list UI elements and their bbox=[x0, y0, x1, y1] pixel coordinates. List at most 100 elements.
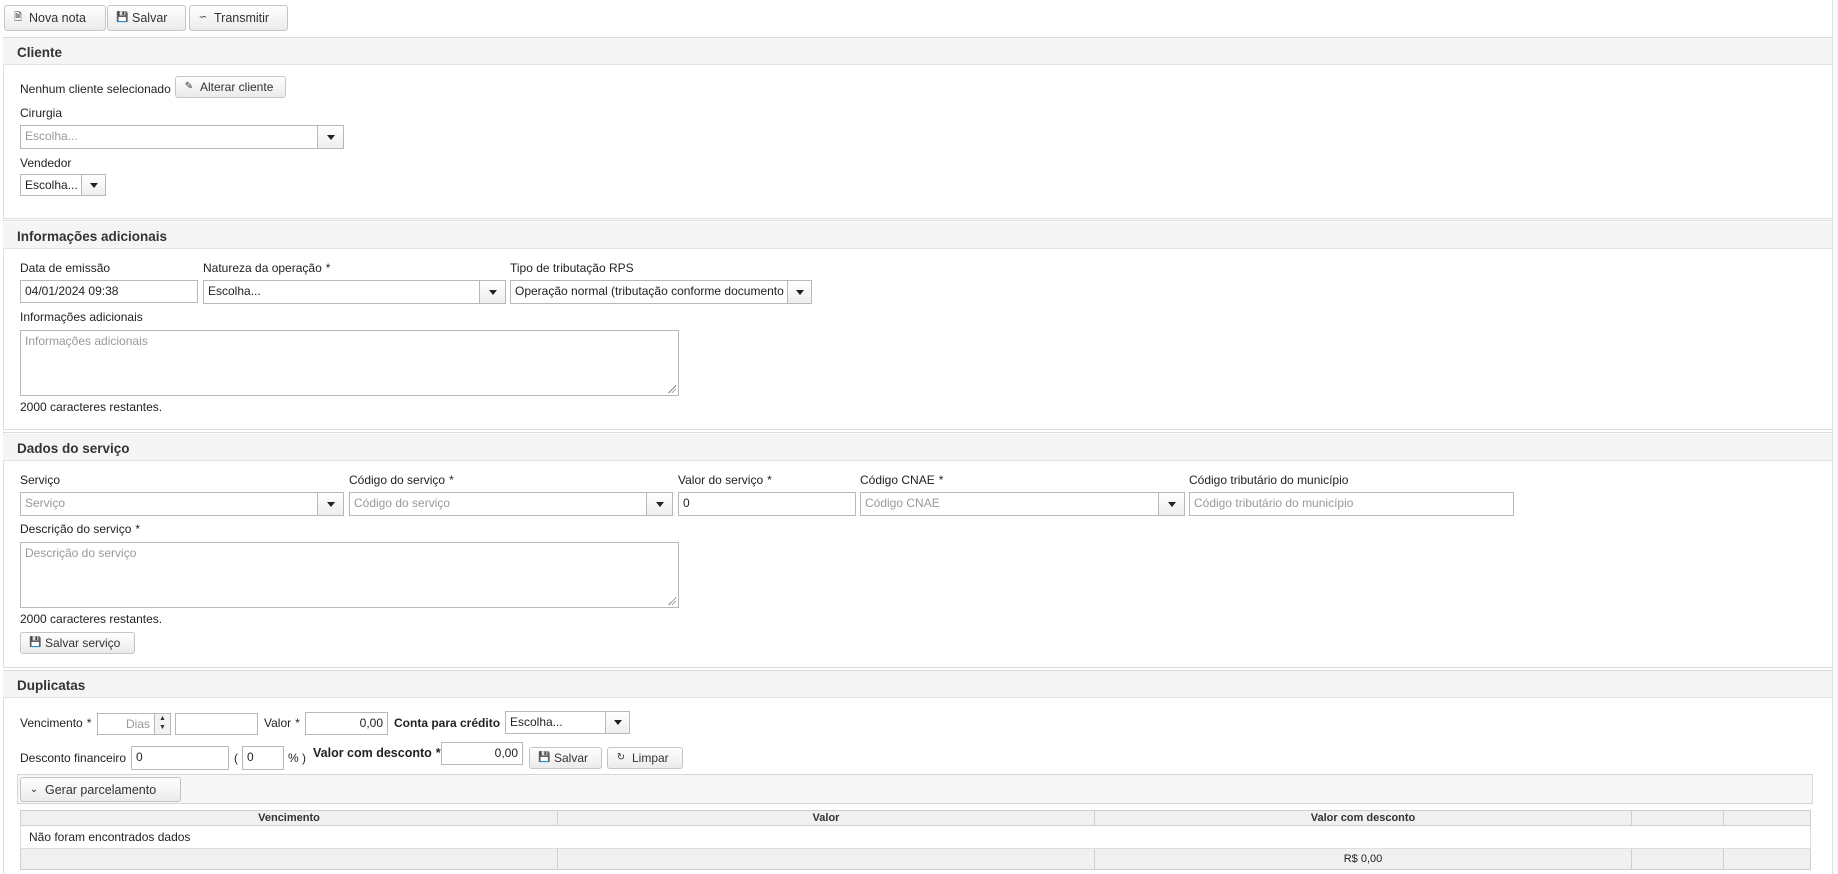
vencimento-label-text: Vencimento bbox=[20, 716, 83, 730]
footer-cell-5 bbox=[1723, 848, 1811, 870]
valor-servico-label-text: Valor do serviço bbox=[678, 473, 764, 487]
footer-cell-1 bbox=[20, 848, 558, 870]
col-extra-2 bbox=[1723, 810, 1811, 826]
cliente-status: Nenhum cliente selecionado bbox=[20, 82, 171, 96]
alterar-cliente-button[interactable]: ✎ Alterar cliente bbox=[175, 76, 286, 98]
pencil-icon: ✎ bbox=[184, 81, 194, 92]
data-emissao-label: Data de emissão bbox=[20, 261, 111, 275]
gerar-parcelamento-panel bbox=[17, 774, 1813, 804]
required-mark: * bbox=[325, 261, 331, 275]
undo-icon: ↻ bbox=[616, 752, 626, 763]
desconto-value: 0 bbox=[136, 750, 143, 764]
save-icon: 💾 bbox=[116, 12, 129, 23]
salvar-button[interactable]: 💾 Salvar bbox=[107, 5, 186, 31]
dias-spinner[interactable]: Dias ▲ ▼ bbox=[97, 713, 171, 735]
natureza-select[interactable]: Escolha... bbox=[203, 280, 506, 304]
transmitir-button[interactable]: ∽ Transmitir bbox=[189, 5, 288, 31]
percent-close: % ) bbox=[288, 751, 306, 765]
chevron-down-icon[interactable] bbox=[479, 281, 505, 303]
data-emissao-input[interactable]: 04/01/2024 09:38 bbox=[20, 280, 198, 303]
page-scrollbar-edge[interactable] bbox=[1832, 0, 1838, 874]
cirurgia-placeholder: Escolha... bbox=[25, 129, 78, 143]
transmitir-label: Transmitir bbox=[214, 11, 270, 25]
footer-cell-2 bbox=[557, 848, 1095, 870]
cirurgia-label: Cirurgia bbox=[20, 106, 63, 120]
cnae-label-text: Código CNAE bbox=[860, 473, 935, 487]
required-mark: * bbox=[938, 473, 944, 487]
vendedor-select[interactable]: Escolha... bbox=[20, 174, 106, 196]
percent-value: 0 bbox=[247, 750, 254, 764]
duplicata-salvar-button[interactable]: 💾 Salvar bbox=[529, 747, 602, 769]
descricao-label-text: Descrição do serviço bbox=[20, 522, 132, 536]
trib-mun-input[interactable]: Código tributário do município bbox=[1189, 492, 1514, 516]
vendedor-value: Escolha... bbox=[25, 178, 78, 192]
cirurgia-select[interactable]: Escolha... bbox=[20, 125, 344, 149]
conta-select[interactable]: Escolha... bbox=[505, 711, 630, 734]
footer-total: R$ 0,00 bbox=[1094, 848, 1632, 870]
conta-value: Escolha... bbox=[510, 715, 563, 729]
resize-grip-icon[interactable] bbox=[668, 385, 676, 393]
col-valor[interactable]: Valor bbox=[557, 810, 1095, 826]
valor-label-text: Valor bbox=[264, 716, 292, 730]
col-valor-desconto[interactable]: Valor com desconto bbox=[1094, 810, 1632, 826]
codigo-servico-select[interactable]: Código do serviço bbox=[349, 492, 673, 516]
valor-servico-input[interactable]: 0 bbox=[678, 492, 856, 516]
info-restantes: 2000 caracteres restantes. bbox=[20, 400, 163, 414]
chevron-down-icon[interactable] bbox=[317, 126, 343, 148]
cnae-placeholder: Código CNAE bbox=[865, 496, 940, 510]
chevron-down-icon[interactable] bbox=[1158, 493, 1184, 515]
gerar-parcelamento-label: Gerar parcelamento bbox=[45, 782, 157, 797]
empty-message: Não foram encontrados dados bbox=[20, 825, 1811, 849]
desconto-label: Desconto financeiro bbox=[20, 751, 127, 765]
desconto-input[interactable]: 0 bbox=[131, 746, 229, 770]
servico-title: Dados do serviço bbox=[3, 434, 1832, 461]
cnae-select[interactable]: Código CNAE bbox=[860, 492, 1185, 516]
valor-desconto-value: 0,00 bbox=[494, 746, 518, 760]
adicionais-textarea[interactable]: Informações adicionais bbox=[20, 330, 679, 396]
dias-placeholder: Dias bbox=[125, 717, 150, 731]
codigo-servico-placeholder: Código do serviço bbox=[354, 496, 451, 510]
servico-label: Serviço bbox=[20, 473, 61, 487]
duplicata-salvar-label: Salvar bbox=[554, 751, 589, 765]
valor-desconto-label-text: Valor com desconto bbox=[313, 746, 432, 760]
servico-placeholder: Serviço bbox=[25, 496, 66, 510]
salvar-label: Salvar bbox=[132, 11, 168, 25]
save-icon: 💾 bbox=[538, 752, 551, 763]
col-extra-1 bbox=[1631, 810, 1724, 826]
limpar-label: Limpar bbox=[632, 751, 669, 765]
chevron-down-icon[interactable] bbox=[81, 175, 105, 195]
required-mark: * bbox=[86, 716, 92, 730]
chevron-down-icon[interactable] bbox=[787, 281, 811, 303]
save-icon: 💾 bbox=[29, 637, 42, 648]
table-footer-row: R$ 0,00 bbox=[20, 848, 1811, 870]
valor-desconto-input[interactable]: 0,00 bbox=[441, 742, 523, 765]
required-mark: * bbox=[135, 522, 141, 536]
salvar-servico-button[interactable]: 💾 Salvar serviço bbox=[20, 632, 135, 654]
natureza-label: Natureza da operação * bbox=[203, 261, 330, 275]
limpar-button[interactable]: ↻ Limpar bbox=[607, 747, 683, 769]
chevron-down-icon[interactable] bbox=[605, 712, 629, 733]
vendedor-label: Vendedor bbox=[20, 156, 72, 170]
chevron-down-icon[interactable] bbox=[646, 493, 672, 515]
tributacao-select[interactable]: Operação normal (tributação conforme doc… bbox=[510, 280, 812, 304]
natureza-value: Escolha... bbox=[208, 284, 261, 298]
spinner-arrows-icon[interactable]: ▲ ▼ bbox=[154, 714, 170, 734]
toolbar: 🗎 Nova nota 💾 Salvar ∽ Transmitir bbox=[0, 0, 1838, 33]
percent-input[interactable]: 0 bbox=[242, 746, 284, 770]
gerar-parcelamento-button[interactable]: ⌄ Gerar parcelamento bbox=[20, 777, 181, 802]
table-row-empty: Não foram encontrados dados bbox=[20, 825, 1811, 849]
chevron-down-icon[interactable] bbox=[317, 493, 343, 515]
vencimento-date-input[interactable] bbox=[175, 713, 258, 735]
descricao-textarea[interactable]: Descrição do serviço bbox=[20, 542, 679, 608]
valor-input[interactable]: 0,00 bbox=[305, 712, 388, 735]
alterar-cliente-label: Alterar cliente bbox=[200, 80, 274, 94]
descricao-label: Descrição do serviço * bbox=[20, 522, 140, 536]
nova-nota-button[interactable]: 🗎 Nova nota bbox=[4, 5, 106, 31]
salvar-servico-label: Salvar serviço bbox=[45, 636, 121, 650]
codigo-servico-label: Código do serviço * bbox=[349, 473, 454, 487]
required-mark: * bbox=[435, 746, 441, 760]
trib-mun-label: Código tributário do município bbox=[1189, 473, 1349, 487]
resize-grip-icon[interactable] bbox=[668, 597, 676, 605]
col-vencimento[interactable]: Vencimento bbox=[20, 810, 558, 826]
servico-select[interactable]: Serviço bbox=[20, 492, 344, 516]
